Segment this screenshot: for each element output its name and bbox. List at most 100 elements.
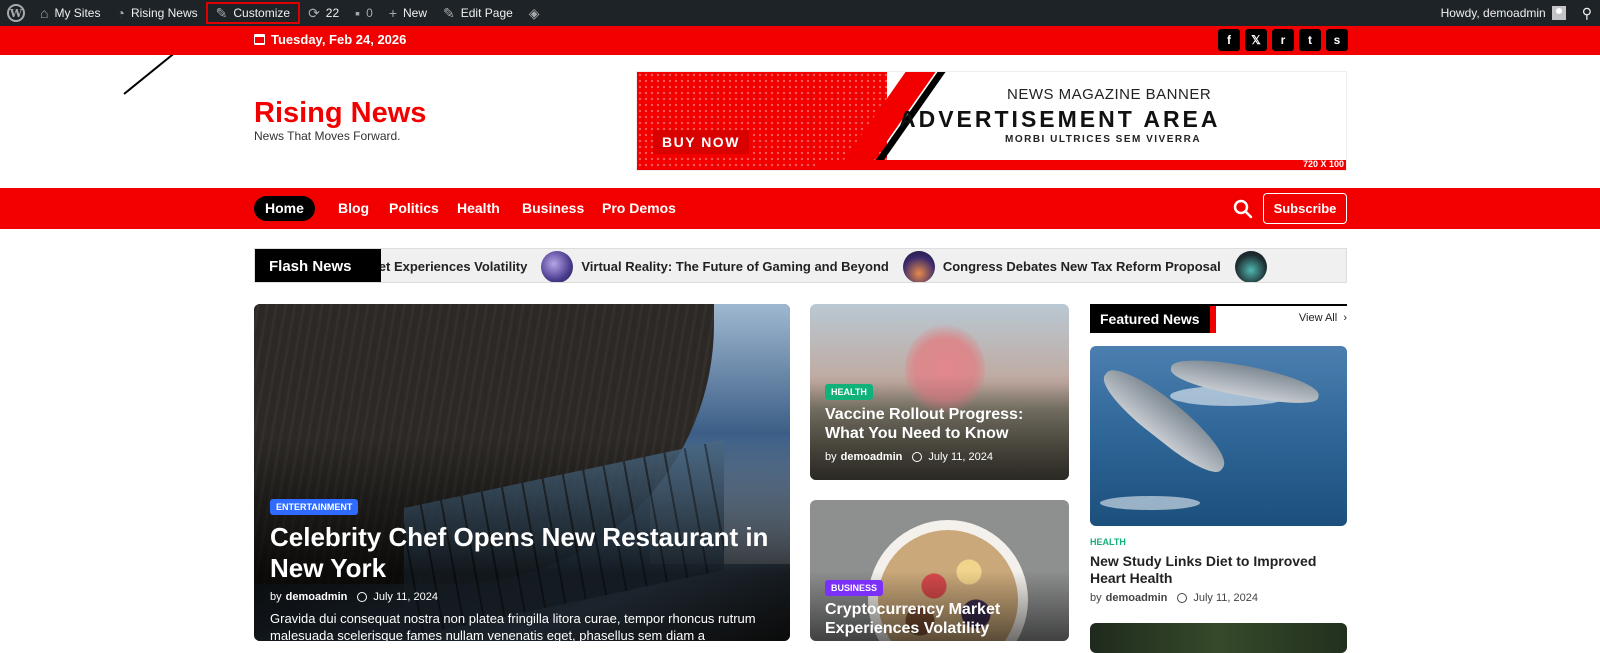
flash-news-label: Flash News xyxy=(255,249,381,282)
clock-icon xyxy=(357,592,368,602)
sites-icon: ⌂ xyxy=(40,5,49,21)
new-content-menu[interactable]: + New xyxy=(381,0,435,26)
main-story-card[interactable]: ENTERTAINMENT Celebrity Chef Opens New R… xyxy=(254,304,790,641)
clock-icon xyxy=(1177,593,1188,603)
site-title[interactable]: Rising News xyxy=(254,97,426,130)
flash-item[interactable]: Congress Debates New Tax Reform Proposal xyxy=(902,250,1221,282)
featured-title[interactable]: New Study Links Diet to Improved Heart H… xyxy=(1090,553,1347,587)
plus-icon: + xyxy=(388,5,397,21)
pencil-icon: ✎ xyxy=(443,4,455,21)
nav-home[interactable]: Home xyxy=(254,196,315,221)
edit-page-button[interactable]: ✎ Edit Page xyxy=(435,0,521,26)
water-splash xyxy=(1100,496,1200,510)
site-tagline: News That Moves Forward. xyxy=(254,129,401,143)
wordpress-logo-button[interactable]: W xyxy=(0,0,32,26)
ad-bottom-strip xyxy=(817,160,1346,170)
customize-button[interactable]: ✎ Customize xyxy=(205,2,301,24)
category-badge[interactable]: ENTERTAINMENT xyxy=(270,499,359,515)
view-all-link[interactable]: View All › xyxy=(1299,312,1347,324)
brush-icon: ✎ xyxy=(215,4,228,21)
story-date: July 11, 2024 xyxy=(373,591,438,603)
story-meta: by demoadmin July 11, 2024 xyxy=(270,591,438,603)
flash-item-title: Congress Debates New Tax Reform Proposal xyxy=(942,259,1221,274)
calendar-icon xyxy=(254,34,265,45)
ad-size-label: 720 X 100 xyxy=(1302,159,1344,169)
advertisement-banner[interactable]: BUY NOW NEWS MAGAZINE BANNER ADVERTISEME… xyxy=(636,71,1347,171)
twitch-icon[interactable]: t xyxy=(1299,29,1321,51)
admin-bar: W ⌂ My Sites ◔ Rising News ✎ Customize ⟳… xyxy=(0,0,1600,26)
featured-news-heading: Featured News xyxy=(1090,306,1216,333)
current-date: Tuesday, Feb 24, 2026 xyxy=(254,32,406,47)
featured-category[interactable]: HEALTH xyxy=(1090,537,1126,547)
featured-author[interactable]: demoadmin xyxy=(1106,592,1168,604)
story-author[interactable]: demoadmin xyxy=(286,591,348,603)
wordpress-icon: W xyxy=(7,4,25,22)
search-icon[interactable] xyxy=(1232,198,1254,220)
featured-image-next[interactable] xyxy=(1090,623,1347,653)
dashboard-icon: ◔ xyxy=(116,5,125,21)
flash-item[interactable] xyxy=(1234,250,1275,282)
my-account-menu[interactable]: Howdy, demoadmin xyxy=(1433,0,1574,26)
story-author[interactable]: demoadmin xyxy=(841,451,903,463)
ad-buy-now-button[interactable]: BUY NOW xyxy=(653,130,749,154)
by-label: by xyxy=(270,591,282,603)
ad-line-2: ADVERTISEMENT AREA xyxy=(899,106,1221,132)
facebook-icon[interactable]: f xyxy=(1218,29,1240,51)
nav-pro-demos[interactable]: Pro Demos xyxy=(602,196,676,221)
story-excerpt: Gravida dui consequat nostra non platea … xyxy=(270,611,756,641)
updates-count: 22 xyxy=(325,6,340,20)
story-meta: by demoadmin July 11, 2024 xyxy=(825,451,993,463)
spotify-icon[interactable]: s xyxy=(1326,29,1348,51)
clock-icon xyxy=(912,452,923,462)
featured-image[interactable] xyxy=(1090,346,1347,526)
story-card[interactable]: HEALTH Vaccine Rollout Progress: What Yo… xyxy=(810,304,1069,480)
edit-page-label: Edit Page xyxy=(460,6,513,20)
date-text: Tuesday, Feb 24, 2026 xyxy=(271,32,407,47)
nav-business[interactable]: Business xyxy=(522,196,584,221)
my-sites-label: My Sites xyxy=(54,6,101,20)
social-links: f 𝕏 r t s xyxy=(1218,29,1348,51)
comment-icon: ▪ xyxy=(355,5,361,21)
top-bar: Tuesday, Feb 24, 2026 f 𝕏 r t s xyxy=(0,26,1600,55)
category-badge[interactable]: BUSINESS xyxy=(825,580,884,596)
story-card[interactable]: BUSINESS Cryptocurrency Market Experienc… xyxy=(810,500,1069,641)
x-twitter-icon[interactable]: 𝕏 xyxy=(1245,29,1267,51)
site-name-menu[interactable]: ◔ Rising News xyxy=(108,0,205,26)
my-sites-menu[interactable]: ⌂ My Sites xyxy=(32,0,108,26)
view-all-label: View All xyxy=(1298,312,1338,324)
refresh-icon: ⟳ xyxy=(308,4,320,21)
by-label: by xyxy=(825,451,837,463)
flash-thumbnail xyxy=(902,250,935,282)
main-navigation: Home Blog Politics Health Business Pro D… xyxy=(0,188,1600,229)
nav-blog[interactable]: Blog xyxy=(338,196,369,221)
story-title[interactable]: Vaccine Rollout Progress: What You Need … xyxy=(825,405,1060,443)
nav-politics[interactable]: Politics xyxy=(389,196,439,221)
diamond-menu-button[interactable]: ◈ xyxy=(521,0,554,26)
featured-meta: by demoadmin July 11, 2024 xyxy=(1090,592,1258,604)
flash-thumbnail xyxy=(1234,250,1267,282)
admin-search-button[interactable]: ⚲ xyxy=(1574,0,1600,26)
updates-button[interactable]: ⟳ 22 xyxy=(300,0,347,26)
new-label: New xyxy=(403,6,428,20)
comments-button[interactable]: ▪ 0 xyxy=(347,0,381,26)
story-title[interactable]: Cryptocurrency Market Experiences Volati… xyxy=(825,600,1060,638)
flash-item-title: Virtual Reality: The Future of Gaming an… xyxy=(581,259,889,274)
nav-health[interactable]: Health xyxy=(457,196,500,221)
customize-label: Customize xyxy=(233,6,291,20)
story-date: July 11, 2024 xyxy=(928,451,993,463)
flash-item[interactable]: Virtual Reality: The Future of Gaming an… xyxy=(541,250,889,282)
flash-news-track: Cryptocurrency Market Experiences Volati… xyxy=(255,249,1289,282)
chevron-right-icon: › xyxy=(1340,312,1347,324)
avatar xyxy=(1551,6,1566,20)
featured-date: July 11, 2024 xyxy=(1193,592,1258,604)
flash-thumbnail xyxy=(541,250,574,282)
story-title[interactable]: Celebrity Chef Opens New Restaurant in N… xyxy=(270,522,770,584)
diamond-icon: ◈ xyxy=(528,4,540,21)
ad-line-1: NEWS MAGAZINE BANNER xyxy=(1007,86,1212,103)
howdy-label: Howdy, demoadmin xyxy=(1440,6,1546,20)
subscribe-button[interactable]: Subscribe xyxy=(1263,193,1347,224)
category-badge[interactable]: HEALTH xyxy=(825,384,873,400)
reddit-icon[interactable]: r xyxy=(1272,29,1294,51)
by-label: by xyxy=(1090,592,1102,604)
search-icon: ⚲ xyxy=(1581,4,1592,21)
